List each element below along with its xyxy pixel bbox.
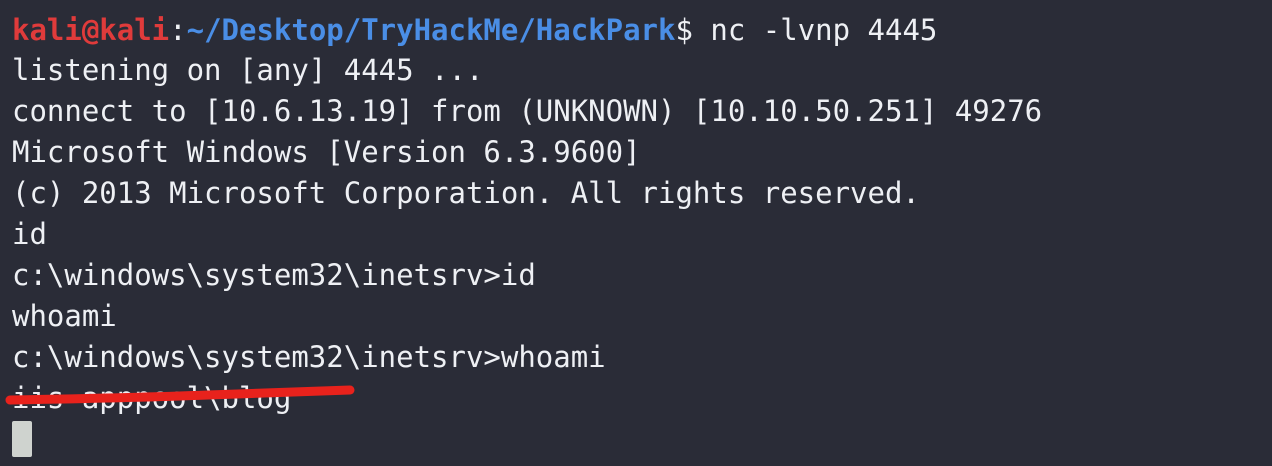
output-line: c:\windows\system32\inetsrv>id: [12, 258, 536, 292]
prompt-symbol: $: [675, 13, 693, 47]
block-cursor-icon: [12, 421, 32, 457]
output-line: id: [12, 217, 47, 251]
red-strikethrough-mark: [5, 385, 355, 405]
output-line: c:\windows\system32\inetsrv>whoami: [12, 340, 606, 374]
output-line: (c) 2013 Microsoft Corporation. All righ…: [12, 176, 920, 210]
prompt-line: kali@kali:~/Desktop/TryHackMe/HackPark$ …: [12, 10, 937, 50]
prompt-path: ~/Desktop/TryHackMe/HackPark: [186, 13, 676, 47]
output-line: Microsoft Windows [Version 6.3.9600]: [12, 135, 641, 169]
prompt-separator: :: [169, 13, 187, 47]
prompt-command: nc -lvnp 4445: [692, 13, 938, 47]
prompt-user-host: kali@kali: [12, 13, 170, 47]
output-line: connect to [10.6.13.19] from (UNKNOWN) […: [12, 94, 1043, 128]
output-line: whoami: [12, 299, 117, 333]
output-line: listening on [any] 4445 ...: [12, 53, 484, 87]
terminal-window[interactable]: kali@kali:~/Desktop/TryHackMe/HackPark$ …: [0, 0, 1272, 466]
